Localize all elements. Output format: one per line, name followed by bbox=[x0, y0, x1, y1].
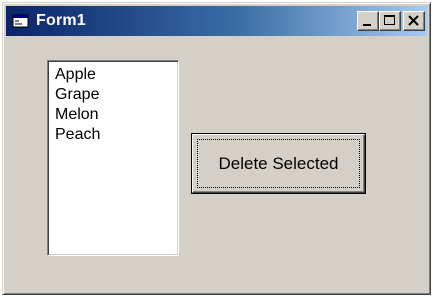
button-bevel: Delete Selected bbox=[192, 134, 365, 193]
form-icon[interactable] bbox=[12, 13, 30, 29]
list-item[interactable]: Peach bbox=[55, 125, 178, 145]
maximize-button[interactable] bbox=[379, 11, 401, 31]
list-item[interactable]: Apple bbox=[55, 65, 178, 85]
focus-rectangle: Delete Selected bbox=[197, 139, 360, 188]
delete-selected-button[interactable]: Delete Selected bbox=[191, 133, 366, 194]
list-item[interactable]: Grape bbox=[55, 85, 178, 105]
maximize-icon bbox=[384, 15, 395, 25]
delete-selected-label: Delete Selected bbox=[218, 153, 339, 173]
title-bar[interactable]: Form1 bbox=[6, 6, 427, 36]
fruit-listbox[interactable]: Apple Grape Melon Peach bbox=[47, 60, 179, 256]
minimize-button[interactable] bbox=[357, 11, 379, 31]
caption-buttons bbox=[357, 11, 425, 31]
form-window: Form1 Apple Grape Melon Peach Delete Sel… bbox=[2, 2, 431, 295]
minimize-icon bbox=[363, 24, 371, 26]
close-icon bbox=[408, 15, 419, 26]
window-title: Form1 bbox=[36, 12, 86, 29]
close-button[interactable] bbox=[403, 11, 425, 31]
list-item[interactable]: Melon bbox=[55, 105, 178, 125]
